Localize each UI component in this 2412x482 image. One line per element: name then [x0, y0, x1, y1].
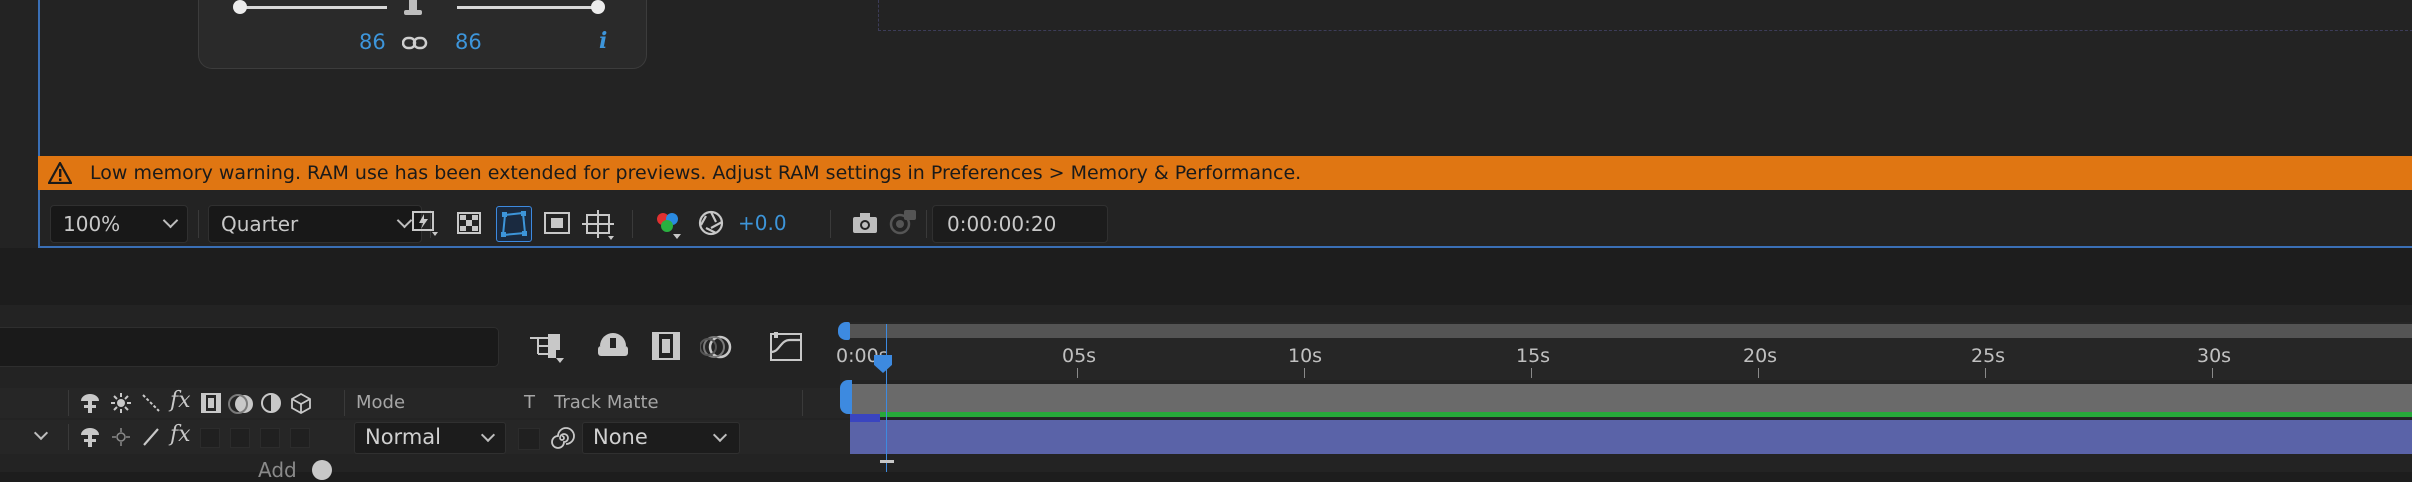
warning-icon: [48, 162, 72, 184]
motion-blur-column-icon[interactable]: [228, 392, 256, 416]
fast-preview-icon[interactable]: [410, 208, 440, 238]
low-memory-warning-bar: Low memory warning. RAM use has been ext…: [38, 156, 2412, 190]
motion-blur-switch[interactable]: [230, 428, 250, 448]
color-control-panel: 86 86 i: [198, 0, 647, 69]
divider: [632, 210, 633, 238]
fx-icon[interactable]: fx: [170, 388, 191, 413]
shy-icon[interactable]: [78, 392, 102, 414]
comp-flowchart-icon[interactable]: [528, 330, 568, 364]
fx-icon[interactable]: fx: [170, 422, 191, 447]
composition-frame: [878, 0, 2412, 31]
frame-blend-column-icon[interactable]: [200, 392, 222, 414]
ruler-tick: [1077, 368, 1078, 378]
resolution-value: Quarter: [221, 212, 299, 236]
lock-icon[interactable]: [402, 0, 424, 16]
right-slider-track[interactable]: [457, 6, 597, 9]
ruler-tick: [1304, 368, 1305, 378]
cursor-icon: [880, 460, 894, 463]
panel-focus-border-bottom: [38, 246, 2412, 248]
warning-message: Low memory warning. RAM use has been ext…: [90, 162, 1302, 184]
zoom-dropdown[interactable]: 100%: [50, 205, 188, 243]
region-of-interest-icon[interactable]: [542, 208, 572, 238]
chevron-down-icon: [162, 212, 179, 229]
ruler-tick: [1531, 368, 1532, 378]
link-icon[interactable]: [402, 32, 428, 54]
exposure-value[interactable]: +0.0: [738, 211, 787, 235]
ruler-label: 30s: [2197, 345, 2232, 367]
divider: [344, 390, 345, 416]
time-navigator-start-handle[interactable]: [838, 322, 850, 340]
divider: [68, 390, 69, 416]
ruler-label: 10s: [1288, 345, 1323, 367]
preserve-transparency-switch[interactable]: [518, 428, 540, 450]
zoom-value: 100%: [63, 212, 121, 236]
time-navigator-bar[interactable]: [844, 324, 2412, 338]
left-value[interactable]: 86: [359, 30, 386, 54]
quality-switch-icon[interactable]: [140, 426, 162, 448]
right-slider-knob[interactable]: [591, 0, 605, 14]
track-matte-column-header: Track Matte: [554, 392, 659, 413]
ruler-label: 05s: [1062, 345, 1097, 367]
left-slider-knob[interactable]: [233, 0, 247, 14]
chevron-down-icon: [480, 427, 496, 443]
spiral-icon[interactable]: [548, 424, 576, 452]
collapse-icon[interactable]: [110, 426, 132, 448]
right-value[interactable]: 86: [455, 30, 482, 54]
quality-icon[interactable]: [140, 392, 162, 414]
chevron-down-icon: [712, 427, 728, 443]
ruler-tick: [1985, 368, 1986, 378]
frame-blend-switch[interactable]: [200, 428, 220, 448]
3d-layer-switch[interactable]: [290, 428, 310, 448]
show-snapshot-icon[interactable]: [886, 208, 916, 238]
ruler-tick: [2212, 368, 2213, 378]
3d-layer-icon[interactable]: [290, 392, 312, 414]
work-area-bar[interactable]: [848, 384, 2412, 414]
add-property-button-icon[interactable]: [312, 460, 332, 480]
track-matte-value: None: [593, 425, 648, 449]
divider: [926, 210, 927, 238]
exposure-icon[interactable]: [696, 208, 726, 238]
ruler-label: 15s: [1516, 345, 1551, 367]
divider: [802, 390, 803, 416]
divider: [68, 424, 69, 450]
info-icon[interactable]: i: [599, 28, 607, 54]
channel-icon[interactable]: [652, 208, 682, 239]
timecode-value: 0:00:00:20: [947, 212, 1057, 236]
current-time-indicator-line[interactable]: [886, 324, 887, 472]
layer-search-input[interactable]: [0, 327, 499, 367]
track-matte-dropdown[interactable]: None: [582, 422, 740, 454]
ruler-label: 25s: [1971, 345, 2006, 367]
rendered-frames-indicator: [880, 412, 2412, 417]
t-column-header: T: [524, 392, 535, 413]
resolution-dropdown[interactable]: Quarter: [208, 205, 422, 243]
layer-label-color: [850, 414, 880, 422]
left-slider-track[interactable]: [237, 6, 387, 9]
graph-editor-icon[interactable]: [768, 330, 804, 364]
viewer-toolbar: 100% Quarter +0.0 0:00:00:20: [40, 200, 2412, 246]
ruler-tick: [1758, 368, 1759, 378]
work-area-start-handle[interactable]: [840, 380, 852, 414]
guides-icon[interactable]: [582, 208, 614, 240]
snapshot-icon[interactable]: [850, 208, 880, 238]
transparency-grid-icon[interactable]: [454, 208, 484, 238]
divider: [830, 210, 831, 238]
collapse-icon[interactable]: [110, 392, 132, 414]
divider: [198, 210, 199, 238]
frame-blending-icon[interactable]: [650, 330, 684, 364]
adjustment-switch[interactable]: [260, 428, 280, 448]
draft-3d-icon[interactable]: [596, 330, 630, 364]
motion-blur-icon[interactable]: [700, 330, 734, 364]
layer-duration-bar[interactable]: [850, 420, 2412, 454]
mode-value: Normal: [365, 425, 441, 449]
mask-path-icon[interactable]: [496, 206, 532, 242]
mode-dropdown[interactable]: Normal: [354, 422, 506, 454]
shy-icon[interactable]: [78, 426, 102, 448]
current-time-display[interactable]: 0:00:00:20: [932, 205, 1108, 243]
adjustment-icon[interactable]: [260, 392, 282, 414]
ruler-label: 20s: [1743, 345, 1778, 367]
add-property-label[interactable]: Add: [258, 458, 297, 482]
mode-column-header: Mode: [356, 392, 406, 413]
